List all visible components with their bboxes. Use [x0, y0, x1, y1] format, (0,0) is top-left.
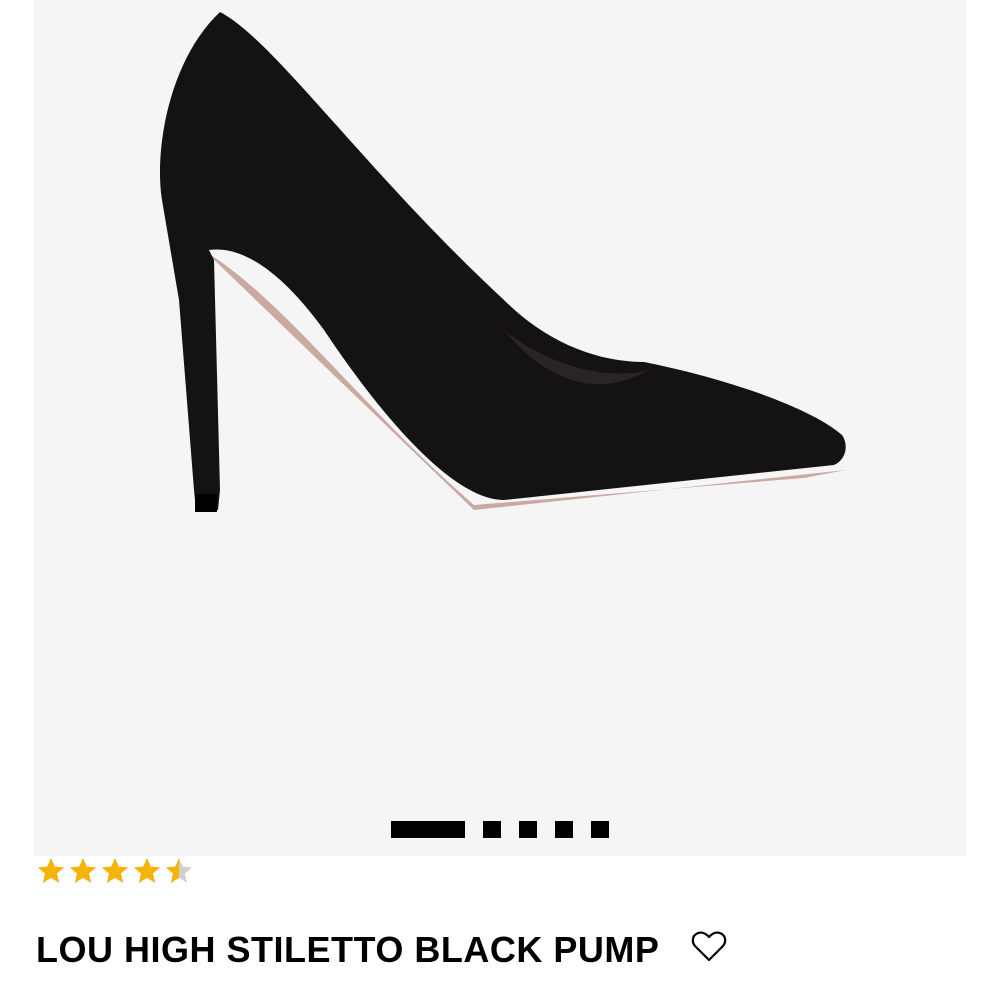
star-icon [68, 856, 98, 886]
star-icon [36, 856, 66, 886]
product-title-row: LOU HIGH STILETTO BLACK PUMP [36, 922, 966, 978]
star-icon [132, 856, 162, 886]
star-icon [100, 856, 130, 886]
star-icon [164, 856, 194, 886]
gallery-dot-3[interactable] [519, 820, 537, 838]
gallery-dot-1[interactable] [391, 820, 465, 838]
gallery-dot-4[interactable] [555, 820, 573, 838]
wishlist-button[interactable] [689, 926, 729, 966]
shoe-body [159, 12, 846, 510]
gallery-dot-5[interactable] [591, 820, 609, 838]
product-image[interactable] [34, 0, 966, 856]
heart-outline-icon [692, 931, 727, 962]
gallery-dot-2[interactable] [483, 820, 501, 838]
heel-tip [195, 494, 217, 512]
gallery-pagination [34, 820, 966, 838]
product-image-gallery[interactable] [34, 0, 966, 856]
star-rating[interactable] [36, 855, 194, 887]
product-title: LOU HIGH STILETTO BLACK PUMP [36, 929, 660, 970]
